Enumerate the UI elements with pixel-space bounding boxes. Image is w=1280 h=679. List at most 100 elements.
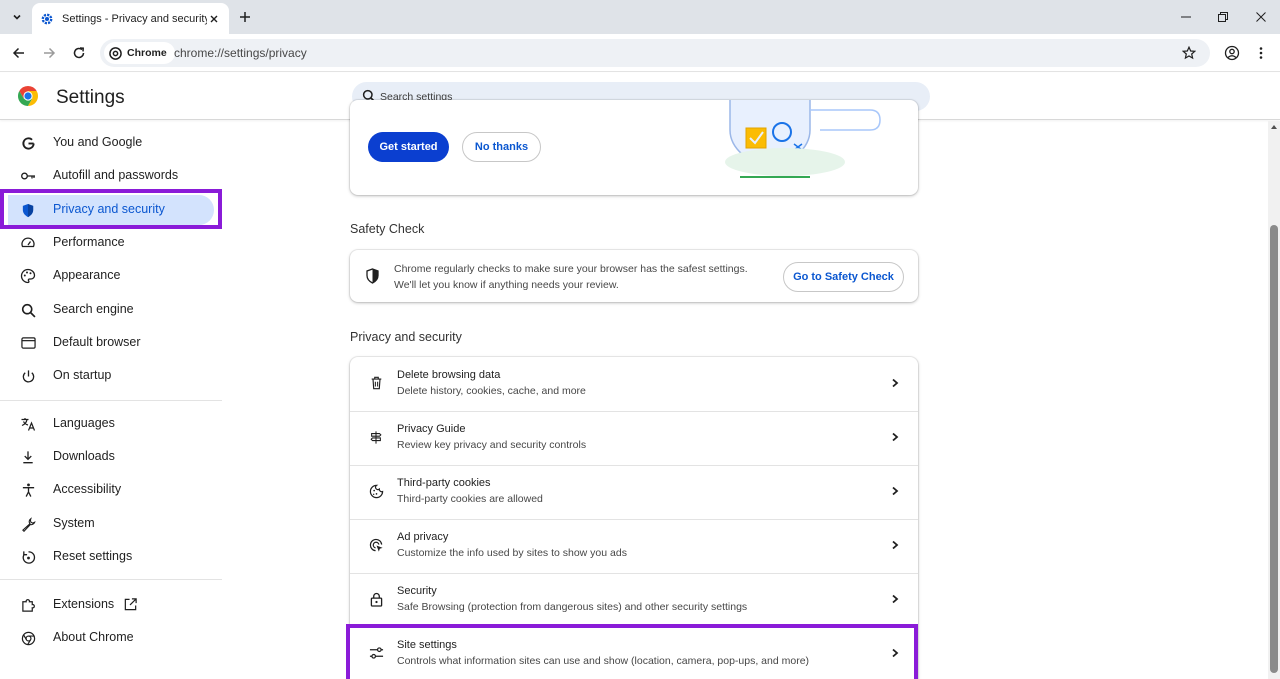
- row-divider: [350, 573, 918, 574]
- minimize-icon: [1181, 16, 1191, 18]
- gear-icon: [40, 12, 54, 26]
- row-third-party-cookies[interactable]: Third-party cookies Third-party cookies …: [350, 465, 918, 519]
- translate-icon: [20, 416, 36, 432]
- shield-icon: [365, 268, 381, 284]
- speedometer-icon: [20, 235, 36, 251]
- reload-icon: [73, 47, 85, 59]
- privacy-illustration: [725, 100, 881, 178]
- row-divider: [350, 627, 918, 628]
- row-site-settings[interactable]: Site settings Controls what information …: [350, 627, 918, 679]
- row-divider: [350, 519, 918, 520]
- profile-icon: [1224, 45, 1240, 61]
- page-scrollbar[interactable]: [1268, 121, 1280, 679]
- privacy-settings-card: Delete browsing data Delete history, coo…: [350, 357, 918, 679]
- sidebar-item-label: Performance: [53, 235, 125, 249]
- sidebar-item-about-chrome[interactable]: About Chrome: [8, 623, 214, 653]
- download-icon: [20, 449, 36, 465]
- sidebar-item-system[interactable]: System: [8, 509, 214, 539]
- go-to-safety-check-button[interactable]: Go to Safety Check: [783, 262, 904, 292]
- row-title: Site settings: [397, 639, 457, 651]
- sidebar-item-downloads[interactable]: Downloads: [8, 442, 214, 472]
- sliders-icon: [368, 645, 384, 661]
- sidebar-item-label: Languages: [53, 416, 115, 430]
- no-thanks-button[interactable]: No thanks: [462, 132, 541, 162]
- row-divider: [350, 465, 918, 466]
- sidebar-item-label: Privacy and security: [53, 202, 165, 216]
- active-tab[interactable]: Settings - Privacy and security: [32, 3, 229, 34]
- sidebar-item-label: You and Google: [53, 135, 143, 149]
- ad-target-icon: [368, 537, 384, 553]
- sidebar-item-privacy[interactable]: Privacy and security: [8, 195, 214, 225]
- row-subtitle: Delete history, cookies, cache, and more: [397, 385, 586, 397]
- chrome-logo-icon: [18, 86, 38, 106]
- forward-button[interactable]: [38, 42, 60, 64]
- sidebar-item-label: Appearance: [53, 268, 121, 282]
- cookie-icon: [368, 483, 384, 499]
- restore-button[interactable]: [1212, 6, 1234, 28]
- chevron-down-icon: [13, 14, 21, 20]
- tab-search-button[interactable]: [6, 6, 28, 28]
- new-tab-button[interactable]: [236, 8, 254, 26]
- url-text[interactable]: chrome://settings/privacy: [174, 46, 307, 60]
- reload-button[interactable]: [68, 42, 90, 64]
- profile-button[interactable]: [1221, 42, 1243, 64]
- row-subtitle: Safe Browsing (protection from dangerous…: [397, 601, 748, 613]
- back-button[interactable]: [8, 42, 30, 64]
- sidebar-item-reset[interactable]: Reset settings: [8, 542, 214, 572]
- sidebar-item-label: Reset settings: [53, 549, 133, 563]
- browser-toolbar: Chrome chrome://settings/privacy: [0, 34, 1280, 72]
- chevron-right-icon: [888, 484, 902, 498]
- sidebar-item-accessibility[interactable]: Accessibility: [8, 475, 214, 505]
- sidebar-item-label: Downloads: [53, 449, 115, 463]
- sidebar-divider: [0, 400, 222, 401]
- wrench-icon: [20, 516, 36, 532]
- accessibility-icon: [20, 482, 36, 498]
- row-title: Privacy Guide: [397, 423, 466, 435]
- address-bar[interactable]: Chrome chrome://settings/privacy: [100, 39, 1210, 67]
- row-delete-browsing-data[interactable]: Delete browsing data Delete history, coo…: [350, 357, 918, 411]
- sidebar-item-search-engine[interactable]: Search engine: [8, 295, 214, 325]
- bookmark-star-button[interactable]: [1180, 44, 1198, 62]
- close-icon[interactable]: [207, 12, 221, 26]
- sidebar-item-appearance[interactable]: Appearance: [8, 261, 214, 291]
- sidebar-item-label: On startup: [53, 368, 112, 382]
- power-icon: [20, 368, 36, 384]
- sidebar-item-autofill[interactable]: Autofill and passwords: [8, 161, 214, 191]
- minimize-button[interactable]: [1175, 6, 1197, 28]
- more-vert-icon: [1259, 47, 1263, 59]
- sidebar-item-you-and-google[interactable]: You and Google: [8, 128, 214, 158]
- trash-icon: [368, 375, 384, 391]
- sidebar-item-languages[interactable]: Languages: [8, 409, 214, 439]
- row-privacy-guide[interactable]: Privacy Guide Review key privacy and sec…: [350, 411, 918, 465]
- page-title: Settings: [56, 87, 125, 108]
- sidebar-item-default-browser[interactable]: Default browser: [8, 328, 214, 358]
- row-title: Security: [397, 585, 437, 597]
- sidebar-item-on-startup[interactable]: On startup: [8, 361, 214, 391]
- chevron-right-icon: [888, 538, 902, 552]
- privacy-section-heading: Privacy and security: [350, 330, 462, 344]
- scroll-up-arrow-icon[interactable]: [1270, 123, 1278, 131]
- window-close-button[interactable]: [1250, 6, 1272, 28]
- site-info-chip[interactable]: Chrome: [104, 42, 175, 64]
- sidebar-item-label: Search engine: [53, 302, 134, 316]
- google-g-icon: [20, 135, 36, 151]
- row-subtitle: Third-party cookies are allowed: [397, 493, 543, 505]
- sidebar-item-label: Extensions: [53, 597, 115, 611]
- row-security[interactable]: Security Safe Browsing (protection from …: [350, 573, 918, 627]
- sidebar-item-performance[interactable]: Performance: [8, 228, 214, 258]
- external-link-icon: [123, 597, 139, 613]
- plus-icon: [240, 12, 250, 22]
- chevron-right-icon: [888, 376, 902, 390]
- chevron-right-icon: [888, 592, 902, 606]
- arrow-left-icon: [12, 47, 24, 59]
- sidebar-item-extensions[interactable]: Extensions: [8, 590, 214, 620]
- row-ad-privacy[interactable]: Ad privacy Customize the info used by si…: [350, 519, 918, 573]
- restore-icon: [1218, 12, 1228, 22]
- scrollbar-thumb[interactable]: [1270, 225, 1278, 673]
- chrome-icon: [20, 630, 36, 646]
- chevron-right-icon: [888, 646, 902, 660]
- search-icon: [20, 302, 36, 318]
- menu-button[interactable]: [1250, 42, 1272, 64]
- get-started-button[interactable]: Get started: [368, 132, 449, 162]
- privacy-promo-card: Get started No thanks: [350, 100, 918, 195]
